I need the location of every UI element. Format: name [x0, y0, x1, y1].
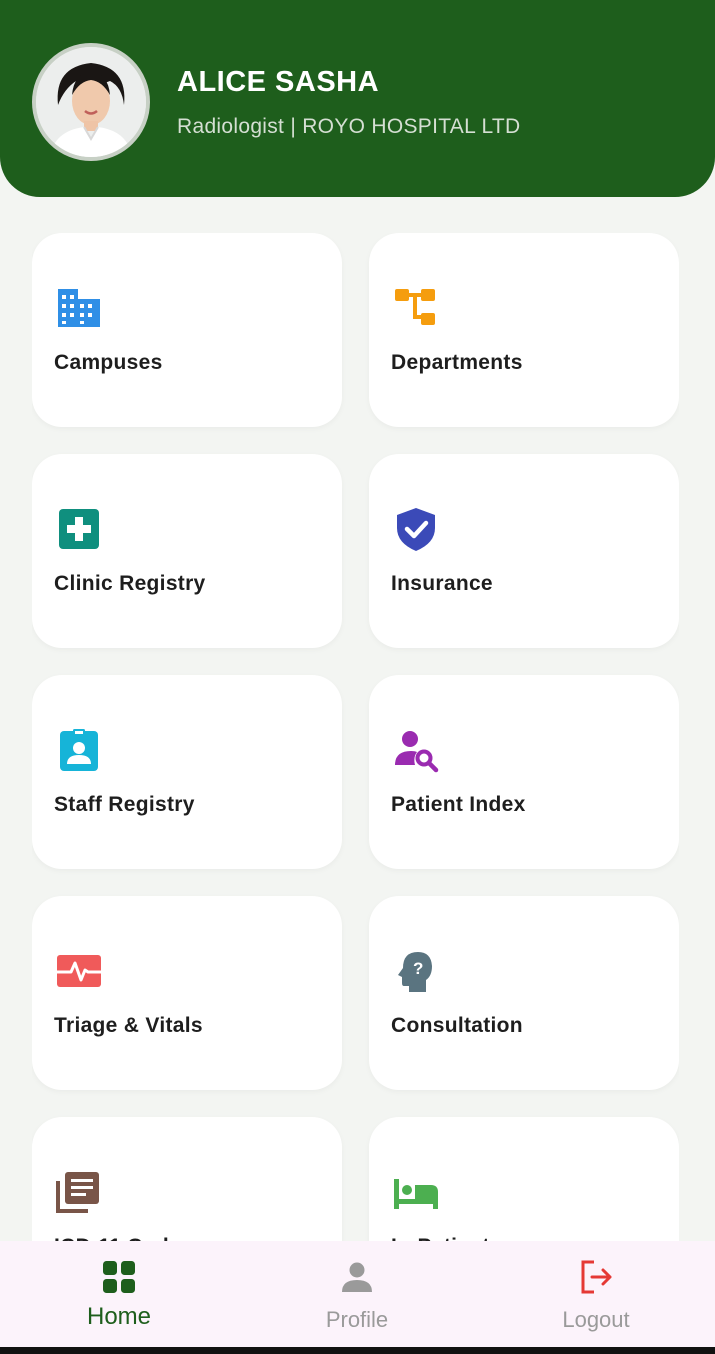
building-icon [54, 285, 104, 331]
nav-logout-label: Logout [562, 1307, 630, 1332]
card-label-clinic-registry: Clinic Registry [54, 572, 206, 595]
departments-card[interactable]: Departments [369, 233, 679, 427]
user-name: ALICE SASHA [177, 66, 380, 98]
card-label-triage-vitals: Triage & Vitals [54, 1014, 203, 1037]
avatar-photo [36, 47, 146, 157]
svg-text:?: ? [413, 959, 423, 978]
nav-profile-label: Profile [325, 1307, 389, 1332]
book-list-icon [54, 1169, 104, 1215]
card-label-insurance: Insurance [391, 572, 493, 595]
card-label-patient-index: Patient Index [391, 793, 526, 816]
person-icon [339, 1259, 375, 1300]
card-label-campuses: Campuses [54, 351, 163, 374]
card-label-staff-registry: Staff Registry [54, 793, 195, 816]
grid-icon [101, 1259, 137, 1300]
avatar[interactable] [32, 43, 150, 161]
bottom-navigation: Home Profile Logout [0, 1241, 715, 1347]
menu-grid: Campuses Departments Clinic Registry Ins… [32, 233, 679, 1243]
card-label-departments: Departments [391, 351, 523, 374]
tree-structure-icon [391, 285, 441, 331]
icd-11-codes-card[interactable]: ICD-11 Codes [32, 1117, 342, 1243]
profile-header: ALICE SASHA Radiologist | ROYO HOSPITAL … [0, 0, 715, 197]
clinic-registry-card[interactable]: Clinic Registry [32, 454, 342, 648]
logout-icon [578, 1259, 614, 1300]
staff-registry-card[interactable]: Staff Registry [32, 675, 342, 869]
id-badge-icon [54, 727, 104, 773]
nav-logout[interactable]: Logout [477, 1241, 715, 1347]
medical-cross-icon [54, 506, 104, 552]
head-question-icon: ? [391, 948, 441, 994]
system-bar [0, 1347, 715, 1354]
user-role: Radiologist | ROYO HOSPITAL LTD [177, 115, 521, 138]
person-search-icon [391, 727, 441, 773]
card-label-consultation: Consultation [391, 1014, 523, 1037]
in-patient-card[interactable]: In-Patient [369, 1117, 679, 1243]
campuses-card[interactable]: Campuses [32, 233, 342, 427]
triage-vitals-card[interactable]: Triage & Vitals [32, 896, 342, 1090]
patient-index-card[interactable]: Patient Index [369, 675, 679, 869]
nav-home[interactable]: Home [0, 1241, 238, 1347]
nav-profile[interactable]: Profile [238, 1241, 476, 1347]
insurance-card[interactable]: Insurance [369, 454, 679, 648]
heart-monitor-icon [54, 948, 104, 994]
shield-check-icon [391, 506, 441, 552]
consultation-card[interactable]: ? Consultation [369, 896, 679, 1090]
hospital-bed-icon [391, 1169, 441, 1215]
nav-home-label: Home [86, 1303, 152, 1330]
